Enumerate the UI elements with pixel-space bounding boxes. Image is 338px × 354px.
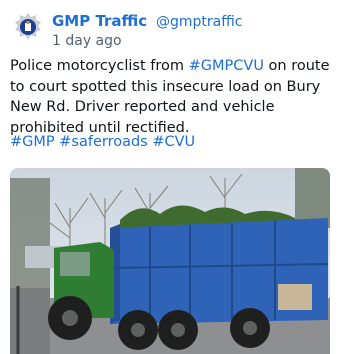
post-header: GMP Traffic @gmptraffic 1 day ago [10,8,330,50]
display-name[interactable]: GMP Traffic [52,12,147,30]
post-image[interactable] [10,168,330,354]
hashtag-link[interactable]: #GMPCVU [189,58,264,74]
post-text: Police motorcyclist from #GMPCVU on rout… [10,56,332,138]
hashtag-link[interactable]: #saferroads [59,134,147,150]
hashtag-link[interactable]: #GMP [10,134,55,150]
hashtag-row: #GMP #saferroads #CVU [10,132,195,152]
timestamp[interactable]: 1 day ago [52,32,122,50]
police-crest-icon [10,10,46,46]
post-text-part: Police motorcyclist from [10,58,189,74]
avatar[interactable] [10,10,46,46]
author-row: GMP Traffic @gmptraffic [52,12,242,31]
tractor-trailer-photo [10,168,330,354]
handle[interactable]: @gmptraffic [156,14,242,30]
hashtag-link[interactable]: #CVU [152,134,195,150]
